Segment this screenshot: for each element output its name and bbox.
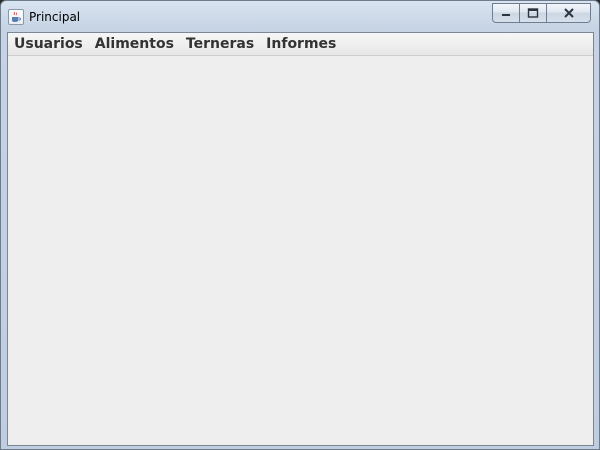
- caption-buttons: [492, 3, 591, 23]
- window-title: Principal: [29, 10, 81, 24]
- window-client-area: Usuarios Alimentos Terneras Informes: [7, 32, 594, 446]
- application-window: Principal Usuarios Alimentos Terneras In…: [0, 0, 600, 450]
- menu-usuarios[interactable]: Usuarios: [8, 33, 89, 55]
- java-cup-icon[interactable]: [8, 9, 24, 25]
- maximize-icon: [527, 8, 539, 18]
- menu-informes[interactable]: Informes: [260, 33, 342, 55]
- maximize-button[interactable]: [520, 3, 547, 23]
- minimize-icon: [502, 14, 510, 16]
- title-bar[interactable]: Principal: [1, 1, 599, 32]
- menu-terneras[interactable]: Terneras: [180, 33, 260, 55]
- content-panel: [8, 56, 593, 445]
- menu-alimentos[interactable]: Alimentos: [89, 33, 180, 55]
- close-icon: [563, 8, 574, 18]
- close-button[interactable]: [547, 3, 591, 23]
- menu-bar: Usuarios Alimentos Terneras Informes: [8, 33, 593, 56]
- minimize-button[interactable]: [492, 3, 520, 23]
